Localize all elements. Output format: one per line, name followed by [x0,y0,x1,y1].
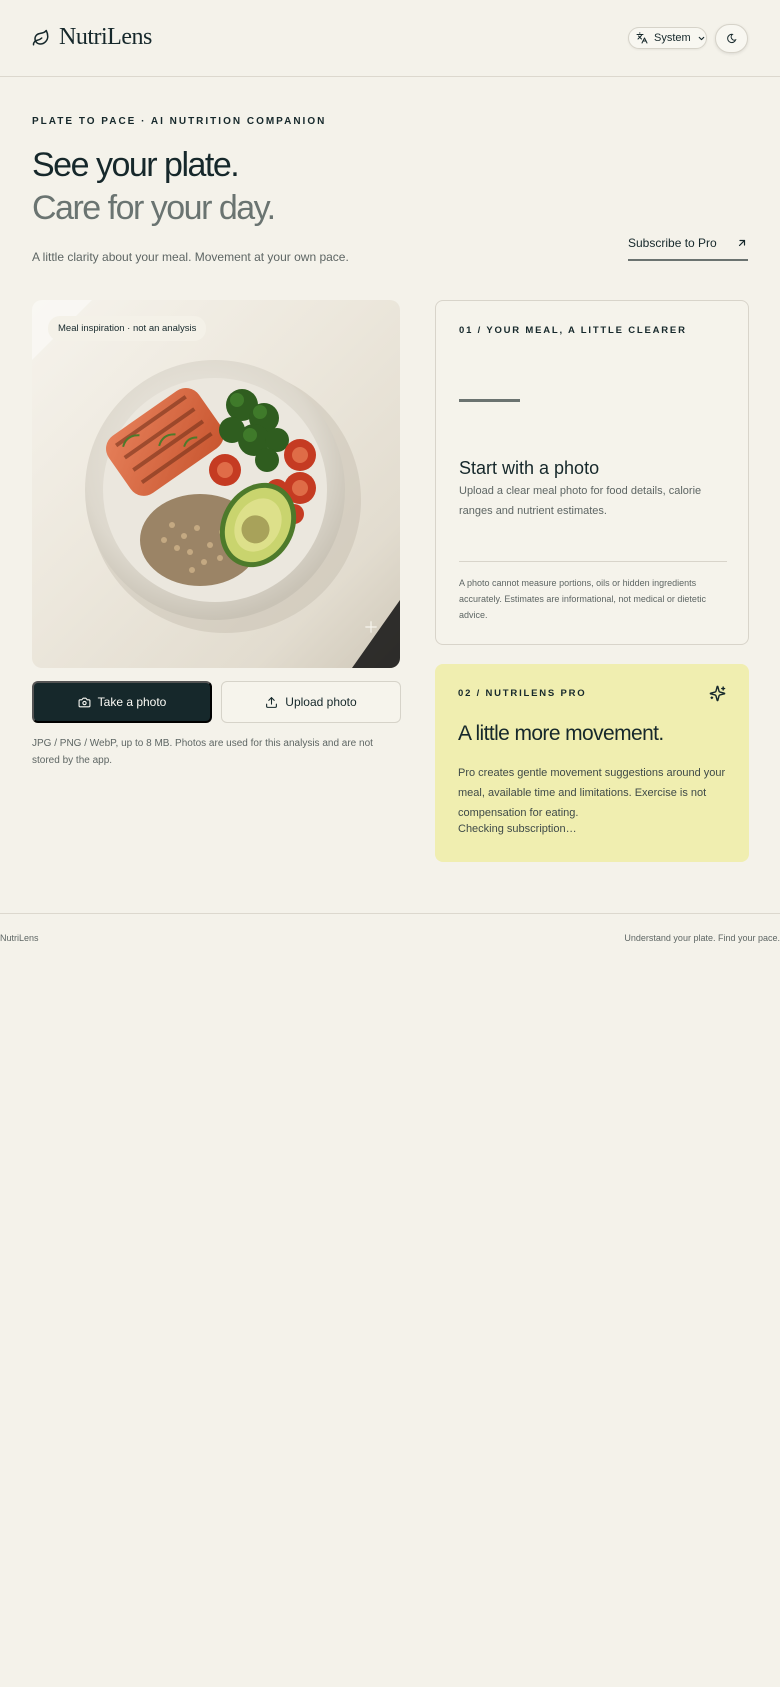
camera-icon [78,697,91,707]
hero-title-line2: Care for your day. [32,189,276,227]
site-header: NutriLens System [0,0,780,77]
language-selector[interactable]: System [628,27,707,49]
meal-bowl-illustration [32,300,400,668]
arrow-up-right-icon [738,239,746,247]
leaf-icon [32,29,49,45]
theme-toggle-button[interactable] [715,24,748,53]
pro-card-description: Pro creates gentle movement suggestions … [458,767,726,819]
meal-card-title: Start with a photo [459,458,600,478]
pro-card-title: A little more movement. [458,722,664,745]
upload-photo-button[interactable]: Upload photo [221,681,401,723]
upload-photo-label: Upload photo [285,695,357,709]
footer-tagline: Understand your plate. Find your pace. [624,933,780,943]
chevron-down-icon [698,36,704,40]
pro-card-eyebrow: 02 / NUTRILENS PRO [458,688,587,699]
sparkles-icon [709,685,726,702]
meal-card-rule [459,561,727,562]
hero-title-line1: See your plate. [32,146,240,184]
meal-card-disclaimer: A photo cannot measure portions, oils or… [459,578,706,620]
upload-note: JPG / PNG / WebP, up to 8 MB. Photos are… [32,738,373,766]
subscribe-pro-label: Subscribe to Pro [628,236,717,250]
meal-card-divider [459,399,520,402]
footer-brand: NutriLens [0,933,39,943]
meal-card-eyebrow: 01 / YOUR MEAL, A LITTLE CLEARER [459,325,687,336]
photo-badge: Meal inspiration · not an analysis [48,316,207,341]
language-value: System [654,32,691,44]
hero-lede: A little clarity about your meal. Moveme… [32,250,349,264]
meal-card-description: Upload a clear meal photo for food detai… [459,485,702,517]
meal-photo[interactable]: Meal inspiration · not an analysis [32,300,400,668]
subscription-status: Checking subscription… [458,823,577,835]
pro-card: 02 / NUTRILENS PRO A little more movemen… [435,664,749,862]
footer-divider [0,913,780,914]
moon-icon [727,33,737,44]
take-photo-label: Take a photo [97,695,167,709]
plus-icon [365,621,377,633]
hero-eyebrow: PLATE TO PACE · AI NUTRITION COMPANION [32,116,327,127]
subscribe-pro-link[interactable]: Subscribe to Pro [628,231,748,261]
brand-name: NutriLens [59,24,152,50]
translate-icon [636,32,648,44]
brand-logo[interactable]: NutriLens [32,24,152,51]
upload-icon [266,696,278,708]
take-photo-button[interactable]: Take a photo [32,681,212,723]
meal-card: 01 / YOUR MEAL, A LITTLE CLEARER Start w… [435,300,749,645]
